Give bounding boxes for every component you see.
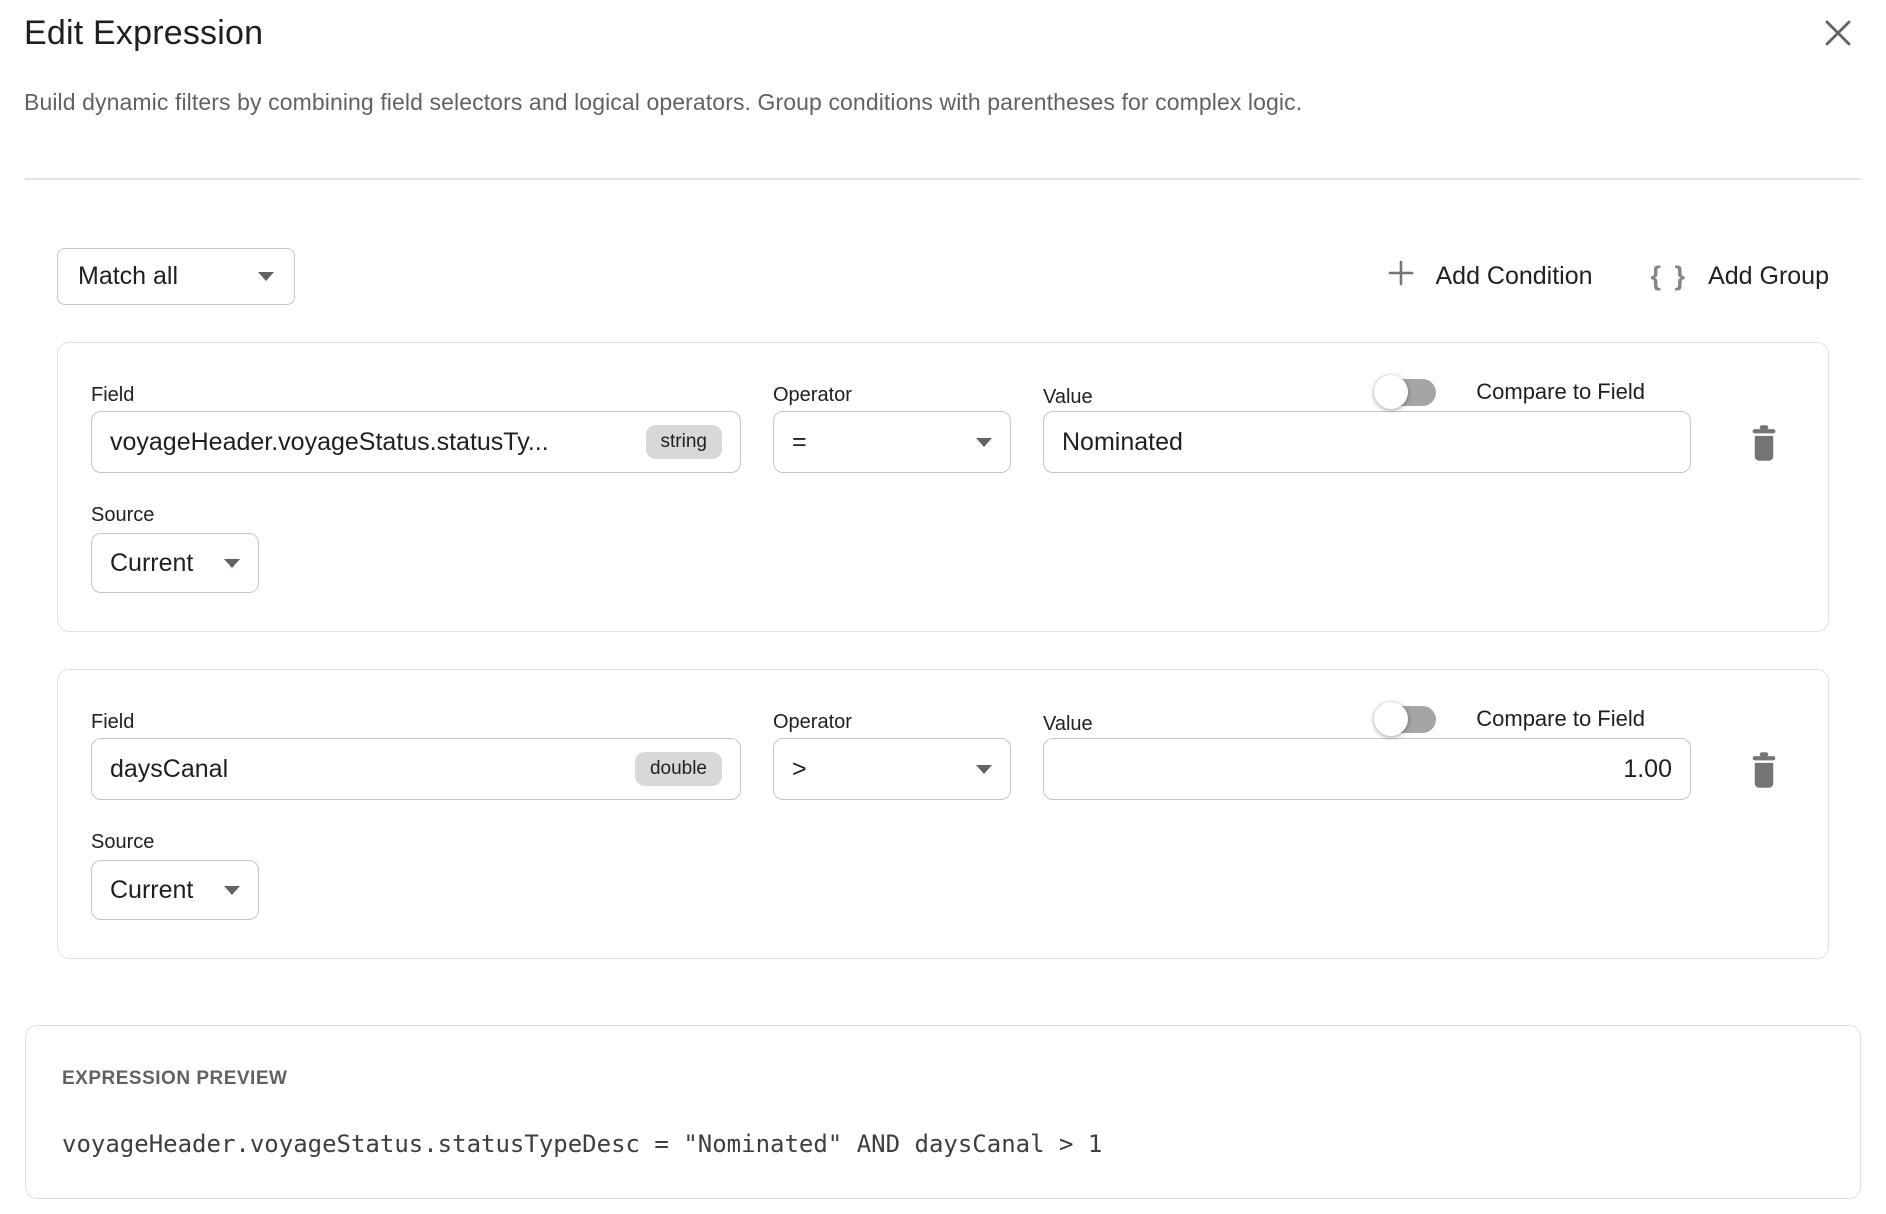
source-value: Current bbox=[110, 876, 193, 905]
trash-icon bbox=[1747, 451, 1781, 466]
add-condition-button[interactable]: Add Condition bbox=[1387, 259, 1592, 294]
add-condition-label: Add Condition bbox=[1435, 262, 1592, 291]
page-title: Edit Expression bbox=[24, 14, 263, 53]
condition-card-1: Field voyageHeader.voyageStatus.statusTy… bbox=[57, 342, 1829, 632]
value-text: Nominated bbox=[1062, 428, 1183, 457]
source-label: Source bbox=[91, 497, 741, 531]
chevron-down-icon bbox=[976, 438, 992, 447]
operator-column: Operator = bbox=[773, 373, 1011, 593]
value-column: Value Compare to Field 1.00 bbox=[1043, 700, 1691, 920]
value-text: 1.00 bbox=[1623, 755, 1672, 784]
field-value: daysCanal bbox=[110, 755, 228, 784]
field-label: Field bbox=[91, 700, 741, 738]
compare-to-field-group: Compare to Field bbox=[1374, 702, 1691, 736]
field-input[interactable]: daysCanal double bbox=[91, 738, 741, 800]
expression-preview-code: voyageHeader.voyageStatus.statusTypeDesc… bbox=[62, 1130, 1824, 1158]
operator-label: Operator bbox=[773, 700, 1011, 738]
operator-label: Operator bbox=[773, 373, 1011, 411]
source-value: Current bbox=[110, 549, 193, 578]
field-label: Field bbox=[91, 373, 741, 411]
compare-to-field-label: Compare to Field bbox=[1476, 379, 1645, 405]
value-input[interactable]: Nominated bbox=[1043, 411, 1691, 473]
value-input[interactable]: 1.00 bbox=[1043, 738, 1691, 800]
dialog-header: Edit Expression bbox=[24, 14, 1862, 53]
add-group-label: Add Group bbox=[1708, 262, 1829, 291]
match-mode-select[interactable]: Match all bbox=[57, 248, 295, 305]
expression-preview-heading: EXPRESSION PREVIEW bbox=[62, 1068, 1824, 1090]
field-input[interactable]: voyageHeader.voyageStatus.statusTy... st… bbox=[91, 411, 741, 473]
delete-condition-button[interactable] bbox=[1747, 750, 1781, 793]
trash-icon bbox=[1747, 778, 1781, 793]
value-label: Value bbox=[1043, 386, 1093, 409]
value-column: Value Compare to Field Nominated bbox=[1043, 373, 1691, 593]
field-column: Field voyageHeader.voyageStatus.statusTy… bbox=[91, 373, 741, 593]
chevron-down-icon bbox=[976, 765, 992, 774]
source-select[interactable]: Current bbox=[91, 860, 259, 920]
field-type-badge: double bbox=[635, 752, 722, 786]
builder-toolbar: Match all Add Condition { } Add Group bbox=[57, 248, 1829, 305]
add-group-button[interactable]: { } Add Group bbox=[1651, 261, 1829, 292]
chevron-down-icon bbox=[224, 559, 240, 568]
chevron-down-icon bbox=[224, 886, 240, 895]
operator-select[interactable]: = bbox=[773, 411, 1011, 473]
compare-to-field-group: Compare to Field bbox=[1374, 375, 1691, 409]
chevron-down-icon bbox=[258, 272, 274, 281]
delete-column bbox=[1723, 373, 1804, 593]
close-button[interactable] bbox=[1820, 16, 1856, 52]
delete-column bbox=[1723, 700, 1804, 920]
edit-expression-dialog: Edit Expression Build dynamic filters by… bbox=[0, 0, 1886, 1199]
toolbar-actions: Add Condition { } Add Group bbox=[1387, 259, 1829, 294]
compare-to-field-label: Compare to Field bbox=[1476, 706, 1645, 732]
field-column: Field daysCanal double Source Current bbox=[91, 700, 741, 920]
source-select[interactable]: Current bbox=[91, 533, 259, 593]
compare-to-field-toggle[interactable] bbox=[1374, 702, 1436, 736]
operator-value: > bbox=[792, 755, 807, 784]
expression-preview-card: EXPRESSION PREVIEW voyageHeader.voyageSt… bbox=[25, 1025, 1861, 1199]
plus-icon bbox=[1387, 259, 1415, 294]
operator-value: = bbox=[792, 428, 807, 457]
value-label: Value bbox=[1043, 713, 1093, 736]
field-value: voyageHeader.voyageStatus.statusTy... bbox=[110, 428, 549, 457]
condition-card-2: Field daysCanal double Source Current Op… bbox=[57, 669, 1829, 959]
braces-icon: { } bbox=[1651, 261, 1689, 292]
header-divider bbox=[25, 178, 1861, 180]
operator-column: Operator > bbox=[773, 700, 1011, 920]
match-mode-value: Match all bbox=[78, 262, 178, 291]
operator-select[interactable]: > bbox=[773, 738, 1011, 800]
field-type-badge: string bbox=[646, 425, 722, 459]
delete-condition-button[interactable] bbox=[1747, 423, 1781, 466]
compare-to-field-toggle[interactable] bbox=[1374, 375, 1436, 409]
close-icon bbox=[1823, 18, 1853, 51]
dialog-subtitle: Build dynamic filters by combining field… bbox=[24, 89, 1862, 116]
source-label: Source bbox=[91, 824, 741, 858]
